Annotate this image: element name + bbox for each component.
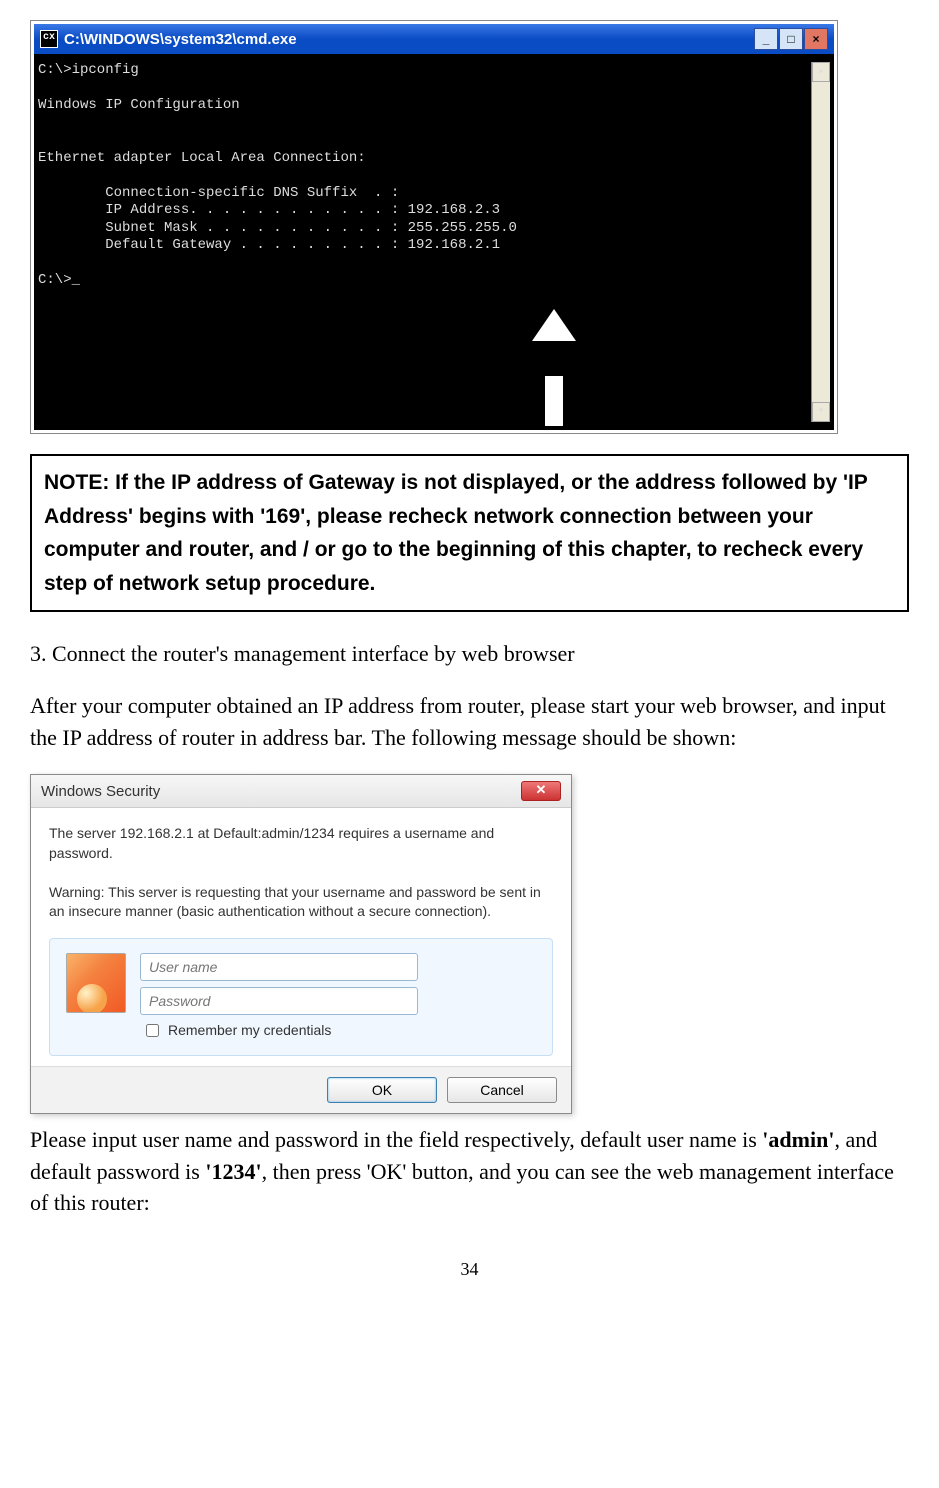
cmd-body: C:\>ipconfig Windows IP Configuration Et…: [34, 54, 834, 430]
scroll-down-icon[interactable]: ▾: [812, 402, 830, 422]
scroll-up-icon[interactable]: ▴: [812, 62, 830, 82]
remember-checkbox[interactable]: [146, 1024, 159, 1037]
close-button[interactable]: ×: [804, 28, 828, 50]
security-message-1: The server 192.168.2.1 at Default:admin/…: [49, 824, 553, 863]
cmd-output: C:\>ipconfig Windows IP Configuration Et…: [38, 62, 811, 422]
security-dialog: Windows Security ✕ The server 192.168.2.…: [30, 774, 572, 1114]
security-titlebar: Windows Security ✕: [31, 775, 571, 808]
dialog-buttons: OK Cancel: [31, 1066, 571, 1113]
window-buttons: _ □ ×: [753, 28, 828, 50]
cmd-title: C:\WINDOWS\system32\cmd.exe: [64, 31, 297, 48]
closing-part1: Please input user name and password in t…: [30, 1127, 762, 1152]
cmd-titlebar: cx C:\WINDOWS\system32\cmd.exe _ □ ×: [34, 24, 834, 54]
username-input[interactable]: [140, 953, 418, 981]
dialog-close-button[interactable]: ✕: [521, 781, 561, 801]
arrow-up-icon: [529, 274, 579, 461]
cancel-button[interactable]: Cancel: [447, 1077, 557, 1103]
cmd-window: cx C:\WINDOWS\system32\cmd.exe _ □ × C:\…: [30, 20, 838, 434]
note-text: NOTE: If the IP address of Gateway is no…: [44, 471, 867, 595]
security-message-2: Warning: This server is requesting that …: [49, 883, 553, 922]
step3-paragraph: After your computer obtained an IP addre…: [30, 690, 909, 754]
avatar-icon: [66, 953, 126, 1013]
closing-paragraph: Please input user name and password in t…: [30, 1124, 909, 1220]
password-input[interactable]: [140, 987, 418, 1015]
ok-button[interactable]: OK: [327, 1077, 437, 1103]
minimize-button[interactable]: _: [754, 28, 778, 50]
credentials-box: Remember my credentials: [49, 938, 553, 1056]
maximize-button[interactable]: □: [779, 28, 803, 50]
note-box: NOTE: If the IP address of Gateway is no…: [30, 454, 909, 612]
remember-checkbox-label[interactable]: Remember my credentials: [140, 1021, 536, 1041]
step3-heading: 3. Connect the router's management inter…: [30, 638, 909, 670]
cmd-icon: cx: [40, 30, 58, 48]
closing-pw: '1234': [205, 1159, 261, 1184]
security-title: Windows Security: [41, 783, 160, 800]
security-content: The server 192.168.2.1 at Default:admin/…: [31, 808, 571, 1066]
closing-admin: 'admin': [762, 1127, 834, 1152]
remember-label-text: Remember my credentials: [168, 1021, 331, 1041]
page-number: 34: [30, 1259, 909, 1280]
cmd-scrollbar[interactable]: ▴ ▾: [811, 62, 830, 422]
